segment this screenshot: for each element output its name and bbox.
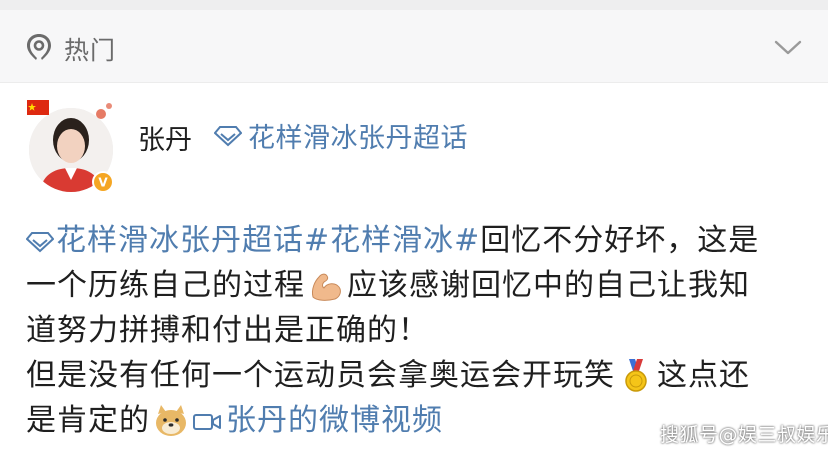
- top-strip: [0, 0, 828, 10]
- post-line-3: 道努力拼搏和付出是正确的！: [26, 308, 816, 353]
- super-topic-label: 花样滑冰张丹超话: [248, 123, 468, 154]
- post-line-4: 但是没有任何一个运动员会拿奥运会开玩笑 这点还: [26, 353, 816, 398]
- flexed-biceps-icon: [312, 273, 341, 301]
- inline-topic-label: 花样滑冰张丹超话: [56, 223, 304, 258]
- post-line-2: 一个历练自己的过程 应该感谢回忆中的自己让我知: [26, 263, 816, 308]
- chevron-down-icon[interactable]: [772, 34, 804, 60]
- watermark: 搜狐号@娱三叔娱乐: [660, 424, 828, 446]
- post-text: 道努力拼搏和付出是正确的！: [26, 313, 429, 348]
- hot-label: 热门: [64, 36, 117, 65]
- post-text: 一个历练自己的过程: [26, 268, 305, 303]
- video-link[interactable]: 张丹的微博视频: [192, 398, 443, 443]
- post-text: 应该感谢回忆中的自己让我知: [347, 268, 750, 303]
- svg-text:V: V: [98, 176, 108, 190]
- author-name[interactable]: 张丹: [138, 118, 192, 157]
- doge-icon: [156, 404, 186, 436]
- video-link-label: 张丹的微博视频: [226, 403, 443, 438]
- hot-section-header[interactable]: 热门: [0, 10, 828, 83]
- gold-medal-icon: [625, 358, 647, 392]
- post-body: 花样滑冰张丹超话 #花样滑冰# 回忆不分好坏，这是 一个历练自己的过程 应该感谢回忆…: [26, 218, 816, 443]
- post-text: 回忆不分好坏，这是: [480, 223, 760, 258]
- avatar[interactable]: V: [25, 96, 119, 196]
- post-text: 这点还: [657, 358, 750, 393]
- diamond-icon: [214, 125, 242, 146]
- hashtag-link[interactable]: #花样滑冰#: [304, 218, 480, 263]
- inline-topic-link[interactable]: 花样滑冰张丹超话: [26, 218, 304, 263]
- video-camera-icon: [193, 413, 221, 430]
- super-topic-link[interactable]: 花样滑冰张丹超话: [214, 116, 468, 155]
- location-pin-icon: [27, 34, 51, 60]
- post-text: 但是没有任何一个运动员会拿奥运会开玩笑: [26, 358, 615, 393]
- post-line-1: 花样滑冰张丹超话 #花样滑冰# 回忆不分好坏，这是: [26, 218, 816, 263]
- post-text: 是肯定的: [26, 403, 150, 438]
- diamond-icon: [26, 231, 54, 252]
